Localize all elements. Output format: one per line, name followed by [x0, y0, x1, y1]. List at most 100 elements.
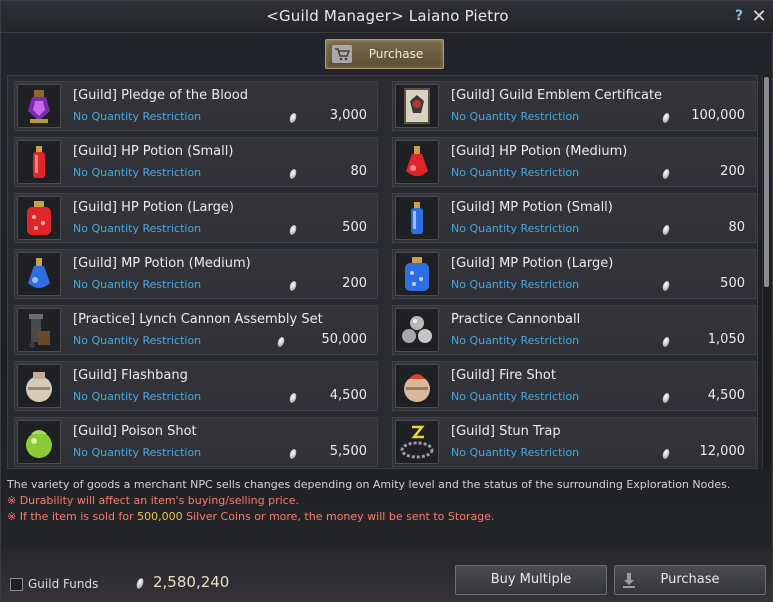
item-price: 80	[350, 164, 367, 179]
hp-potion-medium-icon	[395, 140, 439, 184]
item-price: 500	[720, 276, 745, 291]
item-restriction: No Quantity Restriction	[451, 166, 580, 179]
info-notes: The variety of goods a merchant NPC sell…	[7, 477, 768, 537]
item-name: [Guild] Stun Trap	[451, 424, 561, 439]
silver-coin-icon	[288, 112, 298, 124]
item-name: [Guild] Pledge of the Blood	[73, 88, 248, 103]
close-button[interactable]: ✕	[750, 6, 768, 27]
storage-note-amount: 500,000	[137, 510, 183, 523]
list-item[interactable]: [Guild] MP Potion (Medium) No Quantity R…	[14, 249, 378, 299]
item-price: 4,500	[329, 388, 367, 403]
info-durability-note: ※ Durability will affect an item's buyin…	[7, 494, 299, 507]
item-name: [Guild] HP Potion (Small)	[73, 144, 234, 159]
hp-potion-small-icon	[17, 140, 61, 184]
hp-potion-large-icon	[17, 196, 61, 240]
title-bar[interactable]: <Guild Manager> Laiano Pietro ? ✕	[1, 1, 773, 33]
silver-coin-icon	[288, 280, 298, 292]
silver-coin-icon	[661, 336, 671, 348]
silver-coin-icon	[288, 168, 298, 180]
item-price: 100,000	[691, 108, 745, 123]
cannonball-icon	[395, 308, 439, 352]
tab-purchase-label: Purchase	[368, 47, 424, 61]
buy-multiple-label: Buy Multiple	[490, 572, 572, 587]
list-scrollbar[interactable]	[762, 75, 770, 469]
poison-shot-icon	[17, 420, 61, 464]
list-item[interactable]: [Guild] Pledge of the Blood No Quantity …	[14, 81, 378, 131]
buy-multiple-button[interactable]: Buy Multiple	[455, 565, 607, 595]
list-item[interactable]: Practice Cannonball No Quantity Restrict…	[392, 305, 756, 355]
help-button[interactable]: ?	[732, 8, 746, 26]
purchase-button[interactable]: Purchase	[614, 565, 766, 595]
silver-coin-icon	[661, 280, 671, 292]
emblem-certificate-icon	[395, 84, 439, 128]
item-name: [Guild] MP Potion (Medium)	[73, 256, 251, 271]
item-restriction: No Quantity Restriction	[73, 446, 202, 459]
guild-funds-checkbox[interactable]	[10, 578, 23, 591]
list-item[interactable]: [Guild] Flashbang No Quantity Restrictio…	[14, 361, 378, 411]
silver-coin-icon	[288, 448, 298, 460]
purchase-button-label: Purchase	[660, 572, 720, 587]
storage-note-pre: ※ If the item is sold for	[7, 510, 138, 523]
mp-potion-medium-icon	[17, 252, 61, 296]
fire-shot-icon	[395, 364, 439, 408]
download-arrow-icon	[623, 573, 635, 588]
item-name: [Guild] HP Potion (Medium)	[451, 144, 628, 159]
silver-coin-icon	[661, 392, 671, 404]
scrollbar-thumb[interactable]	[764, 77, 769, 287]
item-price: 200	[342, 276, 367, 291]
silver-coin-icon	[288, 392, 298, 404]
item-price: 500	[342, 220, 367, 235]
item-price: 4,500	[707, 388, 745, 403]
pledge-of-blood-icon	[17, 84, 61, 128]
list-item[interactable]: [Guild] MP Potion (Large) No Quantity Re…	[392, 249, 756, 299]
stun-trap-icon	[395, 420, 439, 464]
item-price: 1,050	[707, 332, 745, 347]
item-name: [Guild] MP Potion (Large)	[451, 256, 614, 271]
list-item[interactable]: [Guild] HP Potion (Large) No Quantity Re…	[14, 193, 378, 243]
item-list[interactable]: [Guild] Pledge of the Blood No Quantity …	[7, 75, 758, 469]
silver-coin-icon	[661, 112, 671, 124]
item-price: 3,000	[329, 108, 367, 123]
item-price: 50,000	[321, 332, 368, 347]
info-amity-note: The variety of goods a merchant NPC sell…	[7, 478, 731, 491]
item-name: [Guild] HP Potion (Large)	[73, 200, 234, 215]
list-item[interactable]: [Practice] Lynch Cannon Assembly Set No …	[14, 305, 378, 355]
guild-funds-value: 2,580,240	[153, 573, 230, 591]
list-item[interactable]: [Guild] MP Potion (Small) No Quantity Re…	[392, 193, 756, 243]
item-restriction: No Quantity Restriction	[73, 110, 202, 123]
item-name: [Guild] MP Potion (Small)	[451, 200, 613, 215]
list-item[interactable]: [Guild] HP Potion (Small) No Quantity Re…	[14, 137, 378, 187]
list-item[interactable]: [Guild] Poison Shot No Quantity Restrict…	[14, 417, 378, 467]
cart-icon	[332, 45, 352, 63]
tab-purchase[interactable]: Purchase	[325, 39, 444, 69]
item-restriction: No Quantity Restriction	[451, 222, 580, 235]
info-storage-note: ※ If the item is sold for 500,000 Silver…	[7, 509, 768, 525]
cannon-assembly-icon	[17, 308, 61, 352]
item-restriction: No Quantity Restriction	[451, 390, 580, 403]
item-restriction: No Quantity Restriction	[451, 446, 580, 459]
silver-coin-icon	[661, 168, 671, 180]
list-item[interactable]: [Guild] HP Potion (Medium) No Quantity R…	[392, 137, 756, 187]
flashbang-icon	[17, 364, 61, 408]
item-name: [Guild] Fire Shot	[451, 368, 556, 383]
item-name: [Guild] Poison Shot	[73, 424, 197, 439]
silver-coin-icon	[661, 224, 671, 236]
list-item[interactable]: [Guild] Guild Emblem Certificate No Quan…	[392, 81, 756, 131]
silver-coin-icon	[276, 336, 286, 348]
list-item[interactable]: [Guild] Stun Trap No Quantity Restrictio…	[392, 417, 756, 467]
window-title: <Guild Manager> Laiano Pietro	[266, 7, 509, 25]
mp-potion-large-icon	[395, 252, 439, 296]
silver-coin-icon	[661, 448, 671, 460]
list-item[interactable]: [Guild] Fire Shot No Quantity Restrictio…	[392, 361, 756, 411]
item-restriction: No Quantity Restriction	[73, 390, 202, 403]
item-price: 200	[720, 164, 745, 179]
item-name: [Guild] Flashbang	[73, 368, 188, 383]
item-restriction: No Quantity Restriction	[451, 278, 580, 291]
item-restriction: No Quantity Restriction	[73, 166, 202, 179]
guild-funds-label: Guild Funds	[28, 577, 99, 591]
item-price: 12,000	[699, 444, 746, 459]
item-price: 80	[728, 220, 745, 235]
mp-potion-small-icon	[395, 196, 439, 240]
item-name: Practice Cannonball	[451, 312, 581, 327]
storage-note-post: Silver Coins or more, the money will be …	[182, 510, 495, 523]
